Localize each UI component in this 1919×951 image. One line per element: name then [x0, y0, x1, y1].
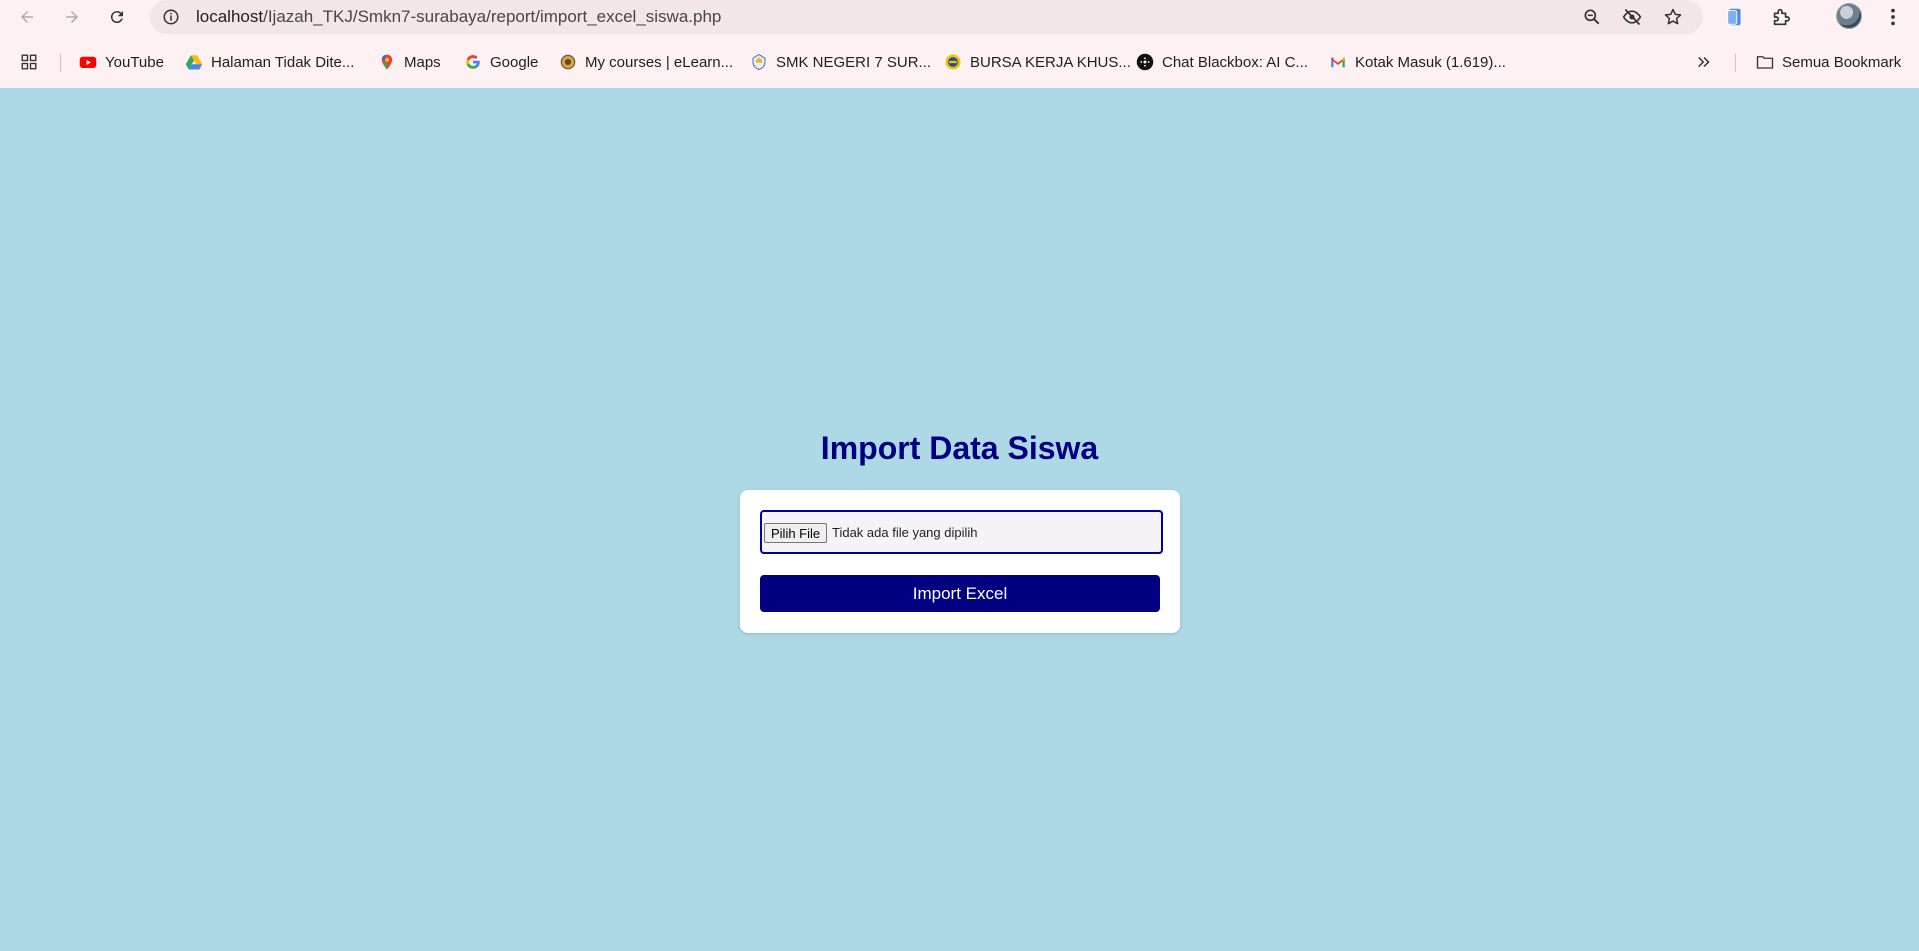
page-title: Import Data Siswa	[820, 430, 1099, 466]
apps-grid-button[interactable]	[20, 50, 38, 74]
google-drive-icon	[185, 53, 203, 71]
bookmark-label: Kotak Masuk (1.619)...	[1355, 53, 1506, 71]
import-form-card: Pilih File Tidak ada file yang dipilih I…	[740, 490, 1180, 633]
bookmark-youtube[interactable]: YouTube	[79, 50, 164, 74]
bookmark-label: Chat Blackbox: AI C...	[1162, 53, 1308, 71]
bookmark-label: SMK NEGERI 7 SUR...	[776, 53, 932, 71]
star-icon[interactable]	[1661, 5, 1685, 29]
file-input[interactable]: Pilih File Tidak ada file yang dipilih	[760, 510, 1163, 554]
google-icon	[464, 53, 482, 71]
folder-icon	[1756, 53, 1774, 71]
reload-button[interactable]	[102, 2, 132, 32]
tab-search-icon[interactable]	[1721, 3, 1749, 31]
bookmark-maps[interactable]: Maps	[378, 50, 441, 74]
bookmark-bkk[interactable]: BURSA KERJA KHUS...	[944, 50, 1131, 74]
arrow-left-icon	[21, 11, 33, 23]
all-bookmarks-label: Semua Bookmark	[1782, 53, 1902, 71]
zoom-icon[interactable]	[1580, 5, 1604, 29]
browser-toolbar: localhost/Ijazah_TKJ/Smkn7-surabaya/repo…	[0, 0, 1919, 34]
extensions-icon[interactable]	[1767, 3, 1795, 31]
url-host: localhost	[196, 7, 264, 26]
import-excel-button[interactable]: Import Excel	[760, 575, 1160, 612]
file-status-text: Tidak ada file yang dipilih	[832, 525, 978, 540]
bookmark-label: My courses | eLearn...	[585, 53, 734, 71]
eye-off-icon[interactable]	[1620, 5, 1644, 29]
more-bookmarks-button[interactable]	[1695, 50, 1713, 74]
youtube-icon	[79, 53, 97, 71]
google-maps-icon	[378, 53, 396, 71]
site-info-icon[interactable]	[160, 6, 182, 28]
address-bar[interactable]: localhost/Ijazah_TKJ/Smkn7-surabaya/repo…	[150, 0, 1703, 34]
arrow-right-icon	[66, 11, 78, 23]
bookmark-elearning[interactable]: My courses | eLearn...	[559, 50, 733, 74]
bookmark-google[interactable]: Google	[464, 50, 538, 74]
bookmark-label: Maps	[404, 53, 441, 71]
chevron-double-right-icon	[1695, 53, 1713, 71]
bookmark-label: Halaman Tidak Dite...	[211, 53, 355, 71]
all-bookmarks-folder[interactable]: Semua Bookmark	[1756, 50, 1901, 74]
bookmark-smkn7[interactable]: SMK NEGERI 7 SUR...	[750, 50, 931, 74]
bkk-icon	[944, 53, 962, 71]
gmail-icon	[1329, 53, 1347, 71]
apps-grid-icon	[20, 53, 38, 71]
choose-file-button[interactable]: Pilih File	[764, 523, 828, 543]
elearning-icon	[559, 53, 577, 71]
forward-button[interactable]	[57, 2, 87, 32]
profile-avatar[interactable]	[1836, 3, 1862, 29]
bookmark-label: YouTube	[105, 53, 164, 71]
url-text[interactable]: localhost/Ijazah_TKJ/Smkn7-surabaya/repo…	[196, 7, 721, 27]
blackbox-icon	[1136, 53, 1154, 71]
menu-kebab-icon[interactable]	[1879, 3, 1907, 31]
bookmarks-bar: YouTube Halaman Tidak Dite... Maps Googl…	[0, 44, 1919, 80]
bookmark-gmail[interactable]: Kotak Masuk (1.619)...	[1329, 50, 1506, 74]
school-icon	[750, 53, 768, 71]
bookmark-drive[interactable]: Halaman Tidak Dite...	[185, 50, 354, 74]
bookmark-label: Google	[490, 53, 539, 71]
back-button[interactable]	[12, 2, 42, 32]
bookmarks-separator	[1735, 54, 1736, 72]
bookmarks-separator	[60, 54, 61, 72]
reload-icon	[110, 11, 123, 24]
browser-chrome: localhost/Ijazah_TKJ/Smkn7-surabaya/repo…	[0, 0, 1919, 88]
bookmark-label: BURSA KERJA KHUS...	[970, 53, 1131, 71]
bookmark-blackbox[interactable]: Chat Blackbox: AI C...	[1136, 50, 1308, 74]
url-path: /Ijazah_TKJ/Smkn7-surabaya/report/import…	[263, 7, 722, 26]
